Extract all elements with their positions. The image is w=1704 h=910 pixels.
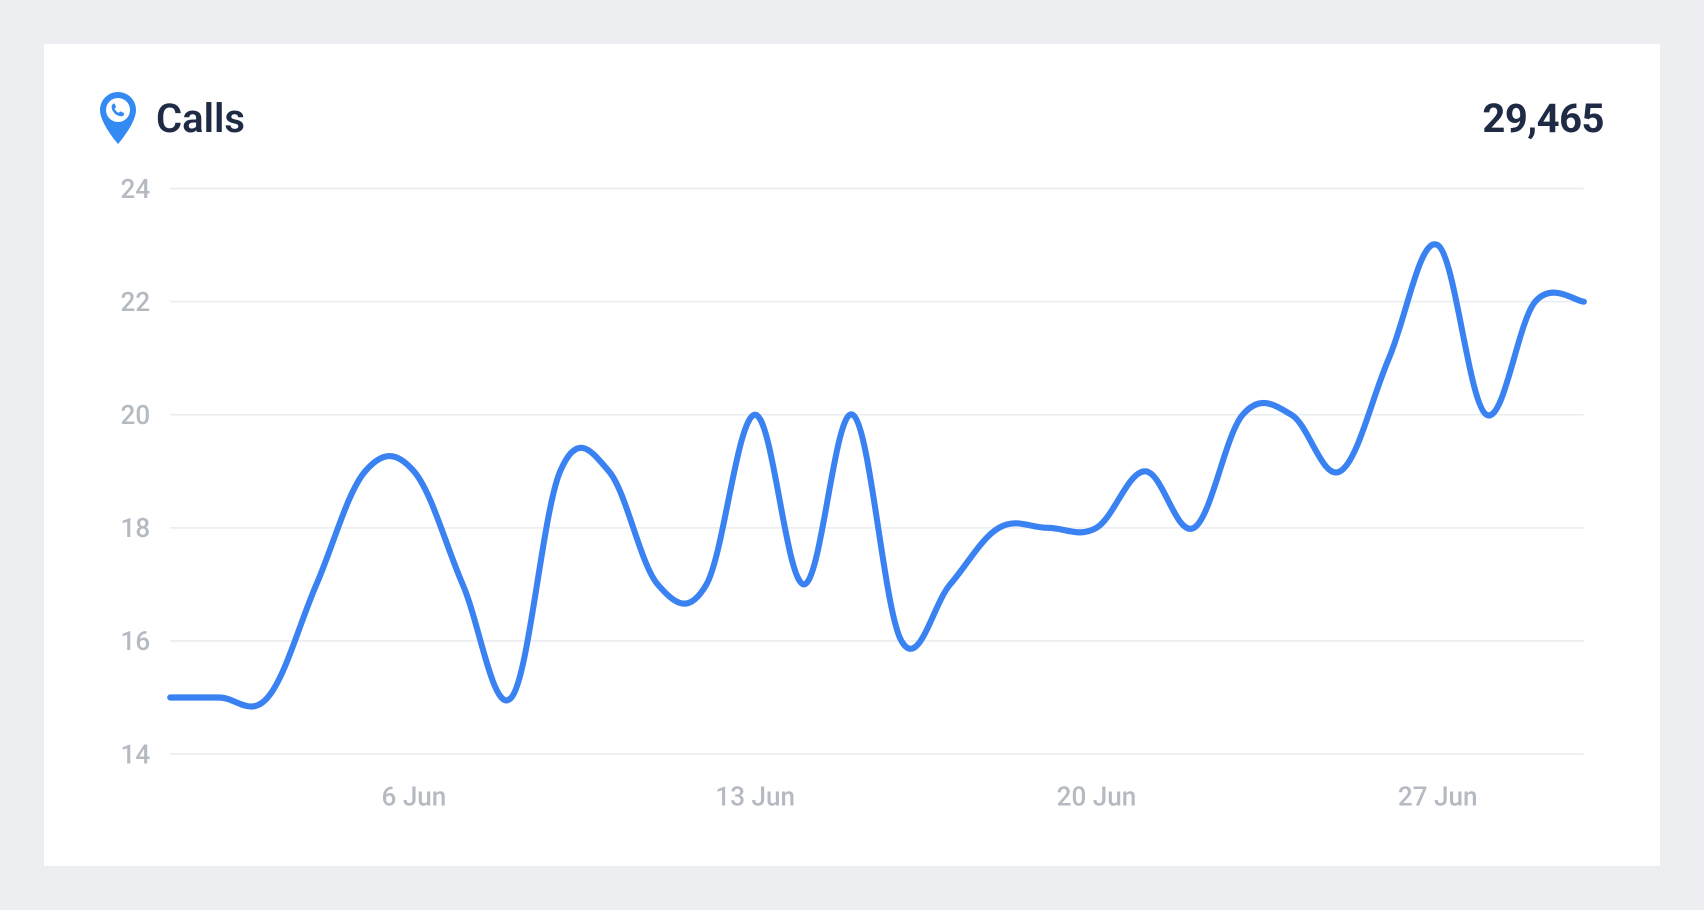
y-tick-label: 16	[121, 627, 151, 657]
y-tick-label: 20	[121, 401, 151, 431]
calls-total: 29,465	[1482, 95, 1604, 142]
phone-pin-icon	[100, 92, 136, 144]
x-tick-label: 20 Jun	[1057, 782, 1137, 812]
y-tick-label: 22	[121, 288, 151, 318]
x-tick-label: 13 Jun	[715, 782, 795, 812]
card-title: Calls	[156, 95, 245, 142]
x-tick-label: 27 Jun	[1398, 782, 1478, 812]
card-header: Calls 29,465	[100, 92, 1604, 144]
header-left: Calls	[100, 92, 245, 144]
series-line-calls	[170, 244, 1584, 706]
calls-line-chart: 14 16 18 20 22 24 6 Jun 13 Jun 20 Jun 27 Jun	[100, 168, 1604, 826]
x-tick-label: 6 Jun	[382, 782, 447, 812]
y-tick-label: 14	[121, 740, 151, 770]
calls-card: Calls 29,465 14 16 18 20 22 24 6 Jun 13 Jun 20 J…	[44, 44, 1660, 866]
y-tick-label: 24	[121, 175, 151, 205]
y-tick-label: 18	[121, 514, 151, 544]
